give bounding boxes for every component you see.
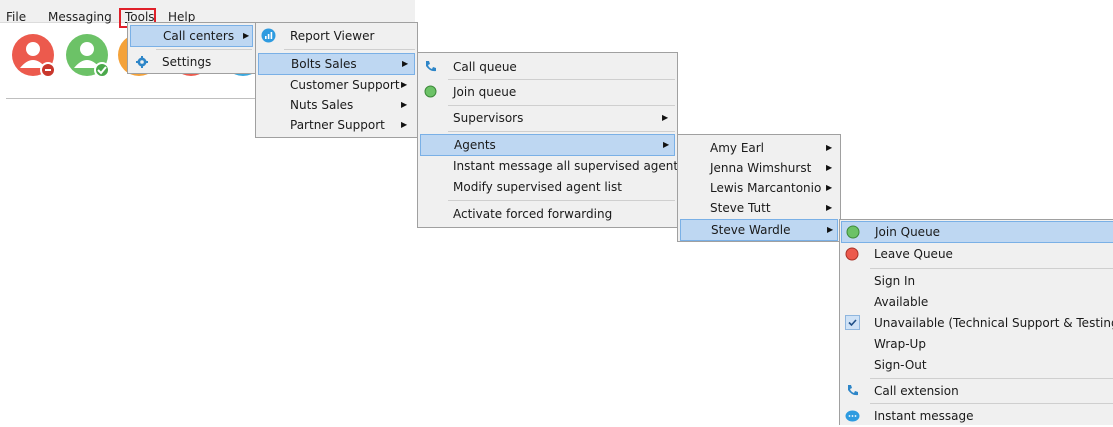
menu-item-label: Call queue: [453, 60, 517, 74]
menu-item-leave-queue[interactable]: Leave Queue: [841, 243, 1113, 265]
menu-item-call-queue[interactable]: Call queue: [420, 56, 675, 78]
submenu-arrow-icon: ▶: [827, 225, 834, 234]
checkmark-icon: [845, 315, 860, 330]
menu-item-call-centers[interactable]: Call centers ▶: [130, 25, 253, 47]
menu-item-label: Bolts Sales: [291, 57, 357, 71]
menu-separator: [448, 200, 675, 201]
menu-item-label: Jenna Wimshurst: [710, 161, 812, 175]
submenu-arrow-icon: ▶: [401, 120, 408, 129]
phone-icon: [426, 61, 436, 72]
agent-actions-submenu: Join Queue Leave Queue Sign In Available…: [839, 219, 1113, 425]
tools-dropdown: Call centers ▶ Settings: [127, 22, 256, 74]
menu-item-label: Modify supervised agent list: [453, 180, 622, 194]
submenu-arrow-icon: ▶: [826, 203, 833, 212]
menu-separator: [448, 79, 675, 80]
menu-item-unavailable[interactable]: Unavailable (Technical Support & Testing…: [841, 312, 1113, 334]
menu-item-call-extension[interactable]: Call extension: [841, 380, 1113, 402]
menu-separator: [870, 378, 1113, 379]
submenu-arrow-icon: ▶: [401, 100, 408, 109]
menu-item-customer-support[interactable]: Customer Support ▶: [258, 74, 415, 96]
menu-item-label: Unavailable (Technical Support & Testing…: [874, 316, 1113, 330]
menu-item-agent-amy-earl[interactable]: Amy Earl ▶: [680, 137, 838, 159]
menu-item-sign-in[interactable]: Sign In: [841, 270, 1113, 292]
menu-item-label: Steve Wardle: [711, 223, 791, 237]
avatar-status-available[interactable]: [66, 34, 110, 78]
menu-item-partner-support[interactable]: Partner Support ▶: [258, 114, 415, 136]
menu-separator: [156, 49, 252, 50]
menu-item-label: Customer Support: [290, 78, 400, 92]
submenu-arrow-icon: ▶: [243, 31, 250, 40]
avatar-status-dnd[interactable]: [12, 34, 56, 78]
menu-item-label: Partner Support: [290, 118, 385, 132]
menu-item-nuts-sales[interactable]: Nuts Sales ▶: [258, 94, 415, 116]
bolts-sales-submenu: Call queue Join queue Supervisors ▶ Agen…: [417, 52, 684, 228]
green-circle-icon: [424, 85, 437, 98]
menu-item-sign-out[interactable]: Sign-Out: [841, 354, 1113, 376]
menu-item-agent-steve-tutt[interactable]: Steve Tutt ▶: [680, 197, 838, 219]
menu-item-agent-lewis-marcantonio[interactable]: Lewis Marcantonio ▶: [680, 177, 838, 199]
menu-item-instant-message[interactable]: Instant message: [841, 405, 1113, 427]
phone-icon: [848, 385, 858, 396]
submenu-arrow-icon: ▶: [663, 140, 670, 149]
menu-item-label: Wrap-Up: [874, 337, 926, 351]
submenu-arrow-icon: ▶: [662, 113, 669, 122]
chat-icon: [845, 410, 860, 422]
submenu-arrow-icon: ▶: [826, 143, 833, 152]
green-circle-icon: [846, 225, 860, 239]
menu-item-label: Join queue: [453, 85, 517, 99]
menu-item-report-viewer[interactable]: Report Viewer: [258, 25, 415, 47]
menu-file[interactable]: File: [6, 10, 26, 24]
menu-item-label: Call extension: [874, 384, 959, 398]
menu-item-forced-forwarding[interactable]: Activate forced forwarding: [420, 203, 675, 225]
menu-item-label: Leave Queue: [874, 247, 953, 261]
menu-separator: [448, 105, 675, 106]
menu-item-label: Activate forced forwarding: [453, 207, 613, 221]
menu-item-agent-jenna-wimshurst[interactable]: Jenna Wimshurst ▶: [680, 157, 838, 179]
menu-item-label: Sign-Out: [874, 358, 927, 372]
gear-icon: [136, 56, 148, 68]
menu-item-label: Amy Earl: [710, 141, 765, 155]
menu-item-label: Nuts Sales: [290, 98, 354, 112]
call-centers-submenu: Report Viewer Bolts Sales ▶ Customer Sup…: [255, 22, 418, 138]
menu-item-modify-agent-list[interactable]: Modify supervised agent list: [420, 176, 675, 198]
menu-item-available[interactable]: Available: [841, 291, 1113, 313]
menu-item-label: Instant message: [874, 409, 974, 423]
dnd-badge-icon: [40, 62, 56, 78]
submenu-arrow-icon: ▶: [402, 59, 409, 68]
menu-item-settings[interactable]: Settings: [130, 51, 253, 73]
menu-item-label: Agents: [454, 138, 496, 152]
menu-item-im-supervised-agents[interactable]: Instant message all supervised agents: [420, 155, 684, 177]
menu-separator: [448, 131, 675, 132]
menu-item-label: Call centers: [163, 29, 235, 43]
menu-item-label: Join Queue: [875, 225, 941, 239]
menu-item-agents[interactable]: Agents ▶: [420, 134, 675, 156]
submenu-arrow-icon: ▶: [826, 183, 833, 192]
menu-item-wrap-up[interactable]: Wrap-Up: [841, 333, 1113, 355]
menu-item-label: Lewis Marcantonio: [710, 181, 822, 195]
menu-item-label: Report Viewer: [290, 29, 375, 43]
menu-item-label: Settings: [162, 55, 212, 69]
menu-item-agent-join-queue[interactable]: Join Queue: [841, 221, 1113, 243]
menu-item-label: Steve Tutt: [710, 201, 771, 215]
menu-item-label: Available: [874, 295, 929, 309]
menu-item-bolts-sales[interactable]: Bolts Sales ▶: [258, 53, 415, 75]
menu-item-label: Sign In: [874, 274, 916, 288]
menu-messaging[interactable]: Messaging: [48, 10, 112, 24]
menu-separator: [284, 49, 415, 50]
check-badge-icon: [94, 62, 110, 78]
menu-item-label: Instant message all supervised agents: [453, 159, 685, 173]
submenu-arrow-icon: ▶: [401, 80, 408, 89]
menu-item-join-queue[interactable]: Join queue: [420, 81, 675, 103]
menu-item-supervisors[interactable]: Supervisors ▶: [420, 107, 675, 129]
menu-separator: [870, 403, 1113, 404]
red-circle-icon: [845, 247, 859, 261]
menu-item-agent-steve-wardle[interactable]: Steve Wardle ▶: [680, 219, 838, 241]
submenu-arrow-icon: ▶: [826, 163, 833, 172]
menu-item-label: Supervisors: [453, 111, 524, 125]
menu-separator: [870, 268, 1113, 269]
report-viewer-icon: [261, 28, 276, 43]
agents-submenu: Amy Earl ▶ Jenna Wimshurst ▶ Lewis Marca…: [677, 134, 841, 242]
